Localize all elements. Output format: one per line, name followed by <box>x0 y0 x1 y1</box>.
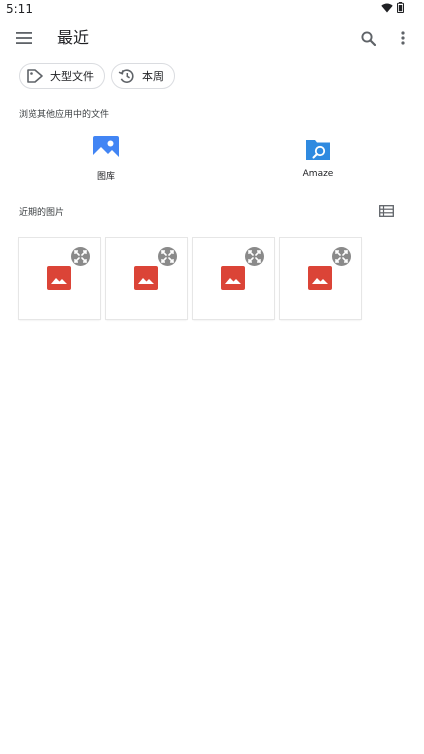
expand-preview-icon[interactable] <box>332 247 351 266</box>
image-file-icon <box>308 266 332 290</box>
expand-preview-icon[interactable] <box>71 247 90 266</box>
list-view-button[interactable] <box>378 204 394 218</box>
image-file-icon <box>47 266 71 290</box>
status-time: 5:11 <box>6 2 33 16</box>
wifi-icon <box>381 2 393 12</box>
menu-button[interactable] <box>12 26 36 50</box>
battery-icon <box>397 2 404 13</box>
recent-image-thumbnail[interactable] <box>106 238 187 319</box>
search-icon <box>360 30 376 46</box>
label-tag-icon <box>27 69 43 83</box>
chip-large-files-label: 大型文件 <box>50 70 94 83</box>
more-options-button[interactable] <box>391 26 415 50</box>
recent-image-thumbnail[interactable] <box>193 238 274 319</box>
status-bar: 5:11 <box>0 0 424 20</box>
app-tile-gallery[interactable]: 图库 <box>66 135 146 182</box>
chip-large-files[interactable]: 大型文件 <box>19 63 105 89</box>
recent-image-thumbnail[interactable] <box>280 238 361 319</box>
history-icon <box>118 69 134 83</box>
amaze-app-icon <box>306 140 330 160</box>
browse-section-label: 浏览其他应用中的文件 <box>19 110 110 120</box>
chip-this-week[interactable]: 本周 <box>111 63 175 89</box>
toolbar: 最近 <box>0 20 424 56</box>
app-name-amaze: Amaze <box>302 169 334 179</box>
recent-image-thumbnail[interactable] <box>19 238 100 319</box>
status-icons <box>381 2 404 13</box>
expand-preview-icon[interactable] <box>245 247 264 266</box>
view-list-icon <box>378 205 394 217</box>
chip-this-week-label: 本周 <box>142 70 164 83</box>
image-file-icon <box>221 266 245 290</box>
app-name-gallery: 图库 <box>96 172 115 182</box>
hamburger-menu-icon <box>16 32 32 44</box>
image-file-icon <box>134 266 158 290</box>
more-vert-icon <box>401 31 405 45</box>
app-tile-amaze[interactable]: Amaze <box>278 135 358 179</box>
expand-preview-icon[interactable] <box>158 247 177 266</box>
page-title: 最近 <box>57 28 90 47</box>
recent-section-label: 近期的图片 <box>19 208 65 218</box>
search-button[interactable] <box>356 26 380 50</box>
gallery-app-icon <box>93 136 119 162</box>
